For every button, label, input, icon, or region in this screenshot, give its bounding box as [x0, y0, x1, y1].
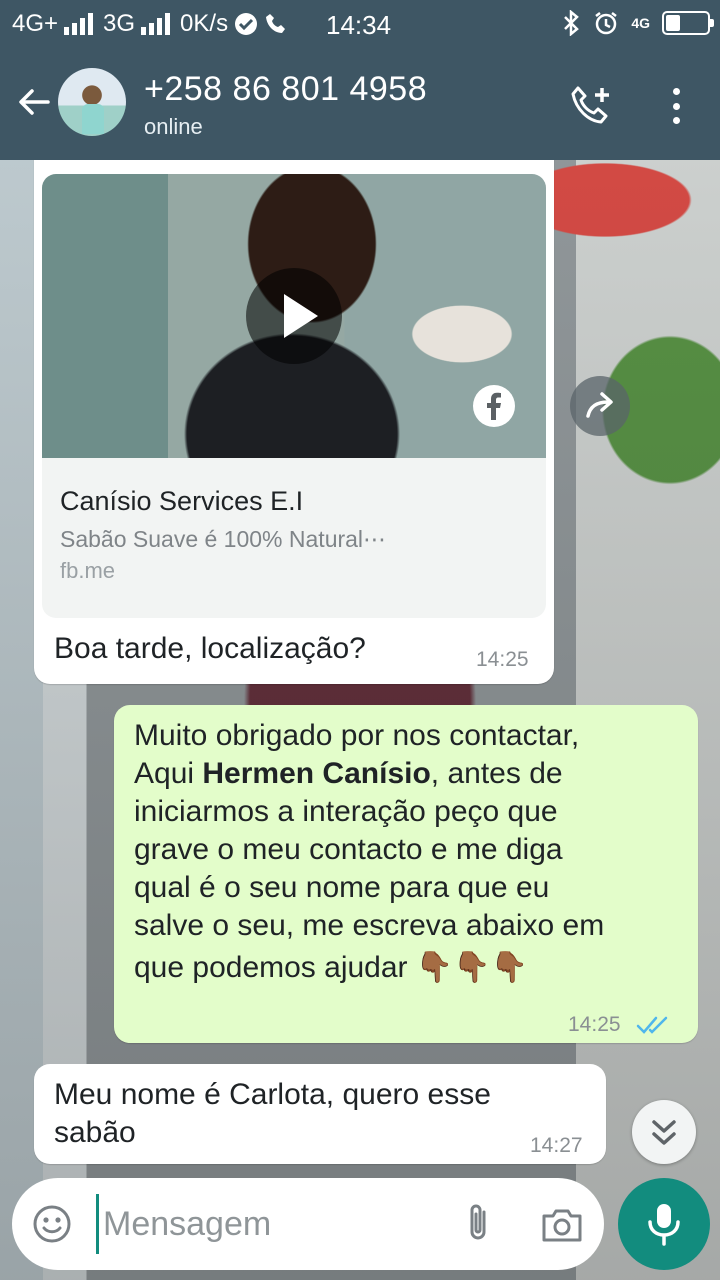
- paperclip-icon[interactable]: [458, 1202, 498, 1246]
- status-bar: 4G+ 3G 0K/s 14:34 4G: [0, 0, 720, 50]
- line-prefix: Aqui: [134, 757, 203, 790]
- message-line: iniciarmos a interação peço que: [134, 795, 558, 828]
- alarm-icon: [595, 12, 618, 35]
- contact-name[interactable]: +258 86 801 4958: [144, 70, 427, 109]
- contact-status: online: [144, 114, 203, 139]
- chevron-double-down-icon[interactable]: [632, 1100, 696, 1164]
- message-text: Meu nome é Carlota, quero esse sabão: [54, 1076, 491, 1152]
- message-outgoing-1[interactable]: Muito obrigado por nos contactar, Aqui H…: [114, 705, 698, 1043]
- check-circle-icon: [235, 13, 258, 35]
- signal-icon-2: [141, 13, 171, 35]
- link-description: Sabão Suave é 100% Natural⋯: [60, 526, 387, 552]
- network-type-right: 4G: [631, 15, 650, 31]
- message-text: Muito obrigado por nos contactar, Aqui H…: [134, 717, 694, 987]
- clock: 14:34: [326, 10, 392, 40]
- signal-icon: [64, 13, 94, 35]
- link-url: fb.me: [60, 558, 116, 583]
- arrow-left-icon[interactable]: [14, 82, 54, 122]
- message-incoming-1[interactable]: Canísio Services E.I Sabão Suave é 100% …: [34, 160, 554, 684]
- message-time: 14:25: [476, 648, 529, 671]
- message-line: grave o meu contacto e me diga: [134, 833, 563, 866]
- compose-bar: [12, 1178, 604, 1270]
- message-time: 14:27: [530, 1134, 583, 1157]
- play-icon[interactable]: [246, 268, 342, 364]
- message-line: Aqui Hermen Canísio, antes de: [134, 755, 694, 793]
- phone-icon: [266, 14, 286, 33]
- status-right: 4G: [561, 10, 714, 36]
- message-input[interactable]: [96, 1194, 426, 1254]
- chat-header: +258 86 801 4958 online: [0, 50, 720, 160]
- message-line: Meu nome é Carlota, quero esse: [54, 1078, 491, 1111]
- add-call-icon[interactable]: [570, 84, 614, 128]
- network-type: 4G+: [12, 10, 59, 37]
- link-title: Canísio Services E.I: [60, 486, 304, 516]
- line-text: que podemos ajudar: [134, 951, 408, 984]
- message-line: qual é o seu nome para que eu: [134, 871, 550, 904]
- link-preview[interactable]: Canísio Services E.I Sabão Suave é 100% …: [42, 174, 546, 618]
- emoji-icon[interactable]: [32, 1204, 72, 1244]
- more-vertical-icon[interactable]: [662, 86, 690, 126]
- message-incoming-2[interactable]: Meu nome é Carlota, quero esse sabão 14:…: [34, 1064, 606, 1164]
- message-line: sabão: [54, 1116, 136, 1149]
- data-speed: 0K/s: [180, 10, 229, 37]
- pointing-down-emoji: 👇🏾👇🏾👇🏾: [415, 951, 528, 984]
- bold-name: Hermen Canísio: [202, 757, 431, 790]
- forward-icon[interactable]: [570, 376, 630, 436]
- line-suffix: , antes de: [430, 757, 563, 790]
- avatar[interactable]: [58, 68, 126, 136]
- video-thumbnail[interactable]: [42, 174, 546, 458]
- message-time: 14:25: [568, 1013, 621, 1036]
- message-line: Muito obrigado por nos contactar,: [134, 719, 580, 752]
- facebook-icon: [473, 385, 515, 427]
- battery-icon: [662, 11, 714, 35]
- message-text: Boa tarde, localização?: [54, 632, 366, 665]
- message-line: que podemos ajudar 👇🏾👇🏾👇🏾: [134, 949, 694, 987]
- bluetooth-icon: [564, 10, 580, 36]
- network-type-2: 3G: [103, 10, 136, 37]
- camera-icon[interactable]: [540, 1204, 584, 1244]
- mic-icon[interactable]: [618, 1178, 710, 1270]
- status-left: 4G+ 3G 0K/s: [12, 10, 288, 38]
- chat-area[interactable]: Canísio Services E.I Sabão Suave é 100% …: [0, 160, 720, 1280]
- message-line: salve o seu, me escreva abaixo em: [134, 909, 605, 942]
- double-check-icon: [636, 1016, 668, 1034]
